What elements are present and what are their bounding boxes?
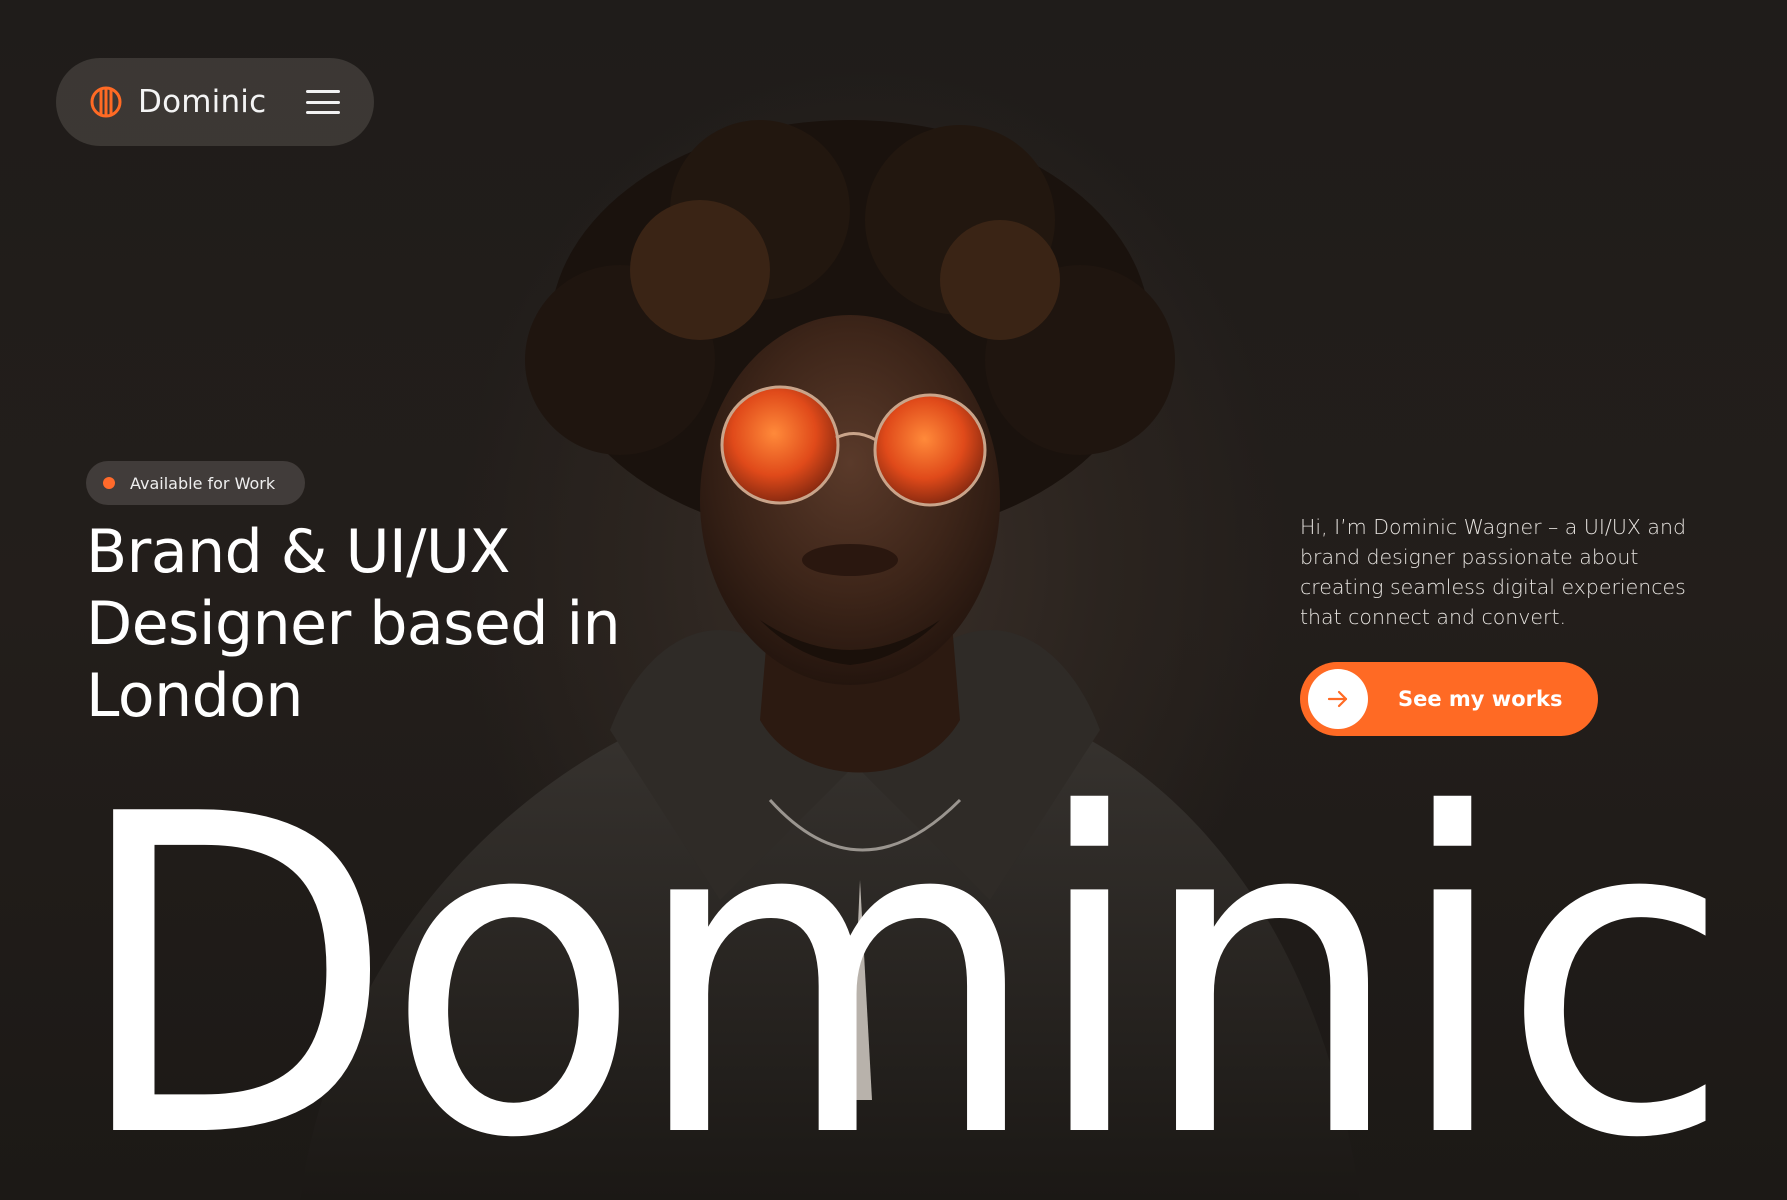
- brand-name[interactable]: Dominic: [138, 84, 266, 120]
- intro-text: Hi, I’m Dominic Wagner – a UI/UX and bra…: [1300, 515, 1686, 629]
- arrow-right-icon: [1308, 669, 1368, 729]
- menu-line: [306, 100, 340, 104]
- availability-label: Available for Work: [130, 473, 276, 493]
- hamburger-menu-icon[interactable]: [306, 87, 340, 117]
- striped-circle-icon[interactable]: [90, 86, 122, 118]
- hero-section: Dominic Available for Work Brand & UI/UX…: [0, 0, 1787, 1200]
- cta-label: See my works: [1398, 687, 1563, 711]
- wordmark-text: Dominic: [72, 752, 1722, 1172]
- status-dot-icon: [103, 477, 115, 489]
- see-my-works-button[interactable]: See my works: [1300, 662, 1598, 736]
- availability-badge: Available for Work: [86, 461, 306, 505]
- menu-line: [306, 90, 340, 93]
- hero-headline: Brand & UI/UX Designer based in London: [86, 517, 621, 731]
- nav-pill: Dominic: [56, 58, 374, 146]
- hero-wordmark: Dominic: [72, 752, 1732, 1172]
- menu-line: [306, 111, 340, 114]
